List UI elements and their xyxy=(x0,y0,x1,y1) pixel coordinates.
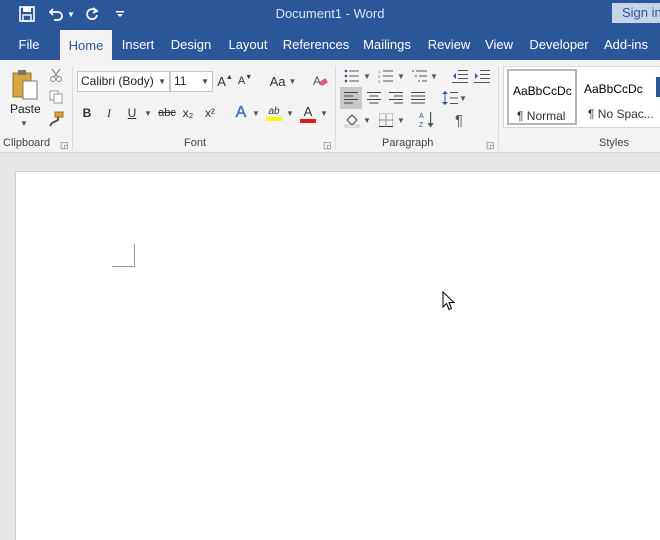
clipboard-launcher-icon[interactable]: ◲ xyxy=(60,140,69,151)
decrease-indent-icon[interactable] xyxy=(450,66,470,86)
tab-design[interactable]: Design xyxy=(166,28,216,60)
styles-group-label: Styles xyxy=(599,137,629,149)
shrink-font-icon[interactable]: A ▼ xyxy=(238,71,252,91)
paste-label[interactable]: Paste xyxy=(10,102,41,116)
tab-developer[interactable]: Developer xyxy=(526,28,592,60)
underline-dropdown-icon[interactable]: ▼ xyxy=(143,108,153,118)
format-painter-icon[interactable] xyxy=(47,110,65,128)
svg-text:A: A xyxy=(419,113,424,120)
title-bar: ▼ Document1 - Word Sign in xyxy=(0,0,660,28)
save-icon[interactable] xyxy=(15,3,39,25)
borders-dropdown-icon[interactable]: ▼ xyxy=(396,115,406,125)
font-color-icon[interactable]: A xyxy=(299,102,317,124)
tab-review[interactable]: Review xyxy=(424,28,474,60)
svg-text:A: A xyxy=(313,74,321,88)
shading-icon[interactable] xyxy=(342,110,362,130)
copy-icon[interactable] xyxy=(47,88,65,106)
tab-mailings[interactable]: Mailings xyxy=(358,28,416,60)
group-separator xyxy=(498,66,499,150)
bold-button[interactable]: B xyxy=(80,103,94,123)
paste-dropdown-icon[interactable]: ▼ xyxy=(18,118,30,128)
style-heading-preview[interactable] xyxy=(656,77,660,97)
font-color-dropdown-icon[interactable]: ▼ xyxy=(319,108,329,118)
align-left-button[interactable] xyxy=(340,87,362,109)
font-size-combo[interactable]: 11 ▼ xyxy=(170,71,213,92)
cut-icon[interactable] xyxy=(47,66,65,84)
multilevel-list-icon[interactable] xyxy=(410,66,430,86)
text-effects-dropdown-icon[interactable]: ▼ xyxy=(251,108,261,118)
subscript-button[interactable]: x₂ xyxy=(180,103,196,123)
sign-in-button[interactable]: Sign in xyxy=(612,3,660,23)
justify-button[interactable] xyxy=(407,87,429,109)
font-name-combo[interactable]: Calibri (Body) ▼ xyxy=(77,71,170,92)
clipboard-group-label: Clipboard xyxy=(3,137,51,149)
text-effects-icon[interactable]: A xyxy=(232,103,250,123)
italic-button[interactable]: I xyxy=(102,103,116,123)
style-name: ¶ No Spac... xyxy=(588,107,654,121)
font-name-value: Calibri (Body) xyxy=(81,74,154,88)
document-canvas xyxy=(0,154,660,540)
underline-button[interactable]: U xyxy=(125,103,139,123)
paragraph-group-label: Paragraph xyxy=(382,137,434,149)
tab-layout[interactable]: Layout xyxy=(223,28,273,60)
redo-icon[interactable] xyxy=(82,3,102,25)
style-sample: AaBbCcDc xyxy=(584,82,643,96)
mouse-pointer-icon xyxy=(442,290,456,314)
chevron-down-icon[interactable]: ▼ xyxy=(158,72,166,91)
tab-references[interactable]: References xyxy=(282,28,350,60)
tab-view[interactable]: View xyxy=(480,28,518,60)
align-right-button[interactable] xyxy=(385,87,407,109)
ribbon-tab-bar: File Home Insert Design Layout Reference… xyxy=(0,28,660,60)
bullets-dropdown-icon[interactable]: ▼ xyxy=(362,71,372,81)
undo-icon[interactable] xyxy=(46,3,66,25)
clear-formatting-icon[interactable]: A xyxy=(310,71,330,91)
multilevel-dropdown-icon[interactable]: ▼ xyxy=(429,71,439,81)
ribbon-home: Paste ▼ Clipboard ◲ Calibri (Body) ▼ 11 … xyxy=(0,60,660,153)
font-launcher-icon[interactable]: ◲ xyxy=(323,140,332,151)
numbering-dropdown-icon[interactable]: ▼ xyxy=(396,71,406,81)
group-separator xyxy=(72,66,73,150)
style-name: ¶ Normal xyxy=(517,109,566,123)
font-size-value: 11 xyxy=(174,74,187,88)
paste-icon[interactable] xyxy=(8,64,42,104)
undo-dropdown-icon[interactable]: ▼ xyxy=(66,3,76,25)
shading-dropdown-icon[interactable]: ▼ xyxy=(362,115,372,125)
document-page[interactable] xyxy=(15,171,660,540)
paragraph-launcher-icon[interactable]: ◲ xyxy=(486,140,495,151)
line-spacing-dropdown-icon[interactable]: ▼ xyxy=(458,93,468,103)
bullets-icon[interactable] xyxy=(342,66,362,86)
superscript-button[interactable]: x² xyxy=(202,103,218,123)
chevron-down-icon[interactable]: ▼ xyxy=(201,72,209,91)
svg-text:3: 3 xyxy=(378,79,381,83)
show-formatting-marks-button[interactable]: ¶ xyxy=(449,109,469,131)
strikethrough-button[interactable]: abc xyxy=(156,103,178,123)
sort-icon[interactable]: AZ xyxy=(416,108,438,132)
group-separator xyxy=(335,66,336,150)
tab-insert[interactable]: Insert xyxy=(116,28,160,60)
change-case-icon[interactable]: Aa ▼ xyxy=(268,71,298,91)
styles-gallery: AaBbCcDc ¶ Normal AaBbCcDc ¶ No Spac... xyxy=(503,66,660,128)
style-normal[interactable]: AaBbCcDc ¶ Normal xyxy=(507,69,577,125)
style-sample: AaBbCcDc xyxy=(513,84,572,98)
customize-quick-access-icon[interactable] xyxy=(112,3,128,25)
highlight-color-icon[interactable]: ab xyxy=(265,102,283,124)
tab-home[interactable]: Home xyxy=(60,30,112,60)
tab-file[interactable]: File xyxy=(8,28,50,60)
highlight-dropdown-icon[interactable]: ▼ xyxy=(285,108,295,118)
style-no-spacing[interactable]: AaBbCcDc ¶ No Spac... xyxy=(580,69,654,125)
borders-icon[interactable] xyxy=(376,110,396,130)
grow-font-icon[interactable]: A ▲ xyxy=(217,71,233,91)
margin-corner-mark xyxy=(134,244,135,267)
margin-corner-mark xyxy=(112,266,135,267)
font-group-label: Font xyxy=(184,137,207,149)
align-center-button[interactable] xyxy=(363,87,385,109)
tab-add-ins[interactable]: Add-ins xyxy=(600,28,652,60)
numbering-icon[interactable]: 123 xyxy=(376,66,396,86)
increase-indent-icon[interactable] xyxy=(472,66,492,86)
svg-text:Z: Z xyxy=(419,122,424,129)
